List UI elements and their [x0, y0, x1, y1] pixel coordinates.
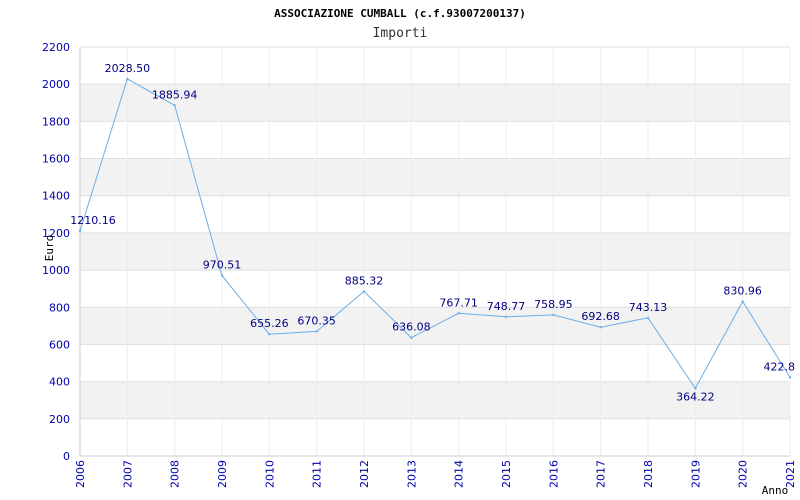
- data-label: 636.08: [392, 321, 431, 334]
- y-tick-label: 400: [49, 376, 70, 389]
- x-axis-label: Anno: [762, 484, 789, 497]
- data-label: 970.51: [203, 259, 242, 272]
- data-label: 692.68: [581, 310, 620, 323]
- x-tick-label: 2016: [547, 460, 560, 488]
- y-tick-label: 2000: [42, 78, 70, 91]
- x-tick-label: 2006: [74, 460, 87, 488]
- data-label: 767.71: [439, 296, 478, 309]
- y-tick-label: 2200: [42, 41, 70, 54]
- data-label: 885.32: [345, 274, 384, 287]
- chart-title: ASSOCIAZIONE CUMBALL (c.f.93007200137): [274, 7, 526, 20]
- x-tick-label: 2020: [737, 460, 750, 488]
- data-point: [78, 229, 82, 233]
- data-label: 364.22: [676, 390, 715, 403]
- data-point: [741, 300, 744, 303]
- x-tick-label: 2013: [405, 460, 418, 488]
- y-tick-label: 1800: [42, 115, 70, 128]
- data-point: [410, 336, 413, 339]
- data-point: [552, 313, 555, 317]
- data-label: 1885.94: [152, 88, 198, 101]
- x-tick-label: 2008: [169, 460, 182, 488]
- data-point: [126, 77, 129, 81]
- y-tick-label: 1400: [42, 190, 70, 203]
- data-label: 743.13: [629, 301, 668, 314]
- x-tick-label: 2017: [595, 460, 608, 488]
- data-label: 422.8: [764, 360, 796, 373]
- data-label: 1210.16: [70, 214, 116, 227]
- data-label: 830.96: [723, 285, 762, 298]
- x-tick-label: 2014: [453, 460, 466, 488]
- y-tick-label: 1000: [42, 264, 70, 277]
- x-tick-label: 2009: [216, 460, 229, 488]
- x-tick-label: 2011: [311, 460, 324, 488]
- grid-band: [80, 232, 790, 271]
- data-point: [220, 274, 224, 277]
- y-tick-label: 0: [63, 450, 70, 463]
- data-point: [504, 315, 508, 318]
- data-label: 670.35: [297, 314, 336, 327]
- grid-bands: [80, 84, 790, 419]
- x-tick-label: 2010: [263, 460, 276, 488]
- y-tick-label: 800: [49, 301, 70, 314]
- x-tick-label: 2015: [500, 460, 513, 488]
- x-tick-label: 2018: [642, 460, 655, 488]
- data-label: 2028.50: [105, 62, 151, 75]
- data-point: [788, 376, 792, 379]
- chart-subtitle: Importi: [373, 26, 428, 41]
- x-tick-labels: 2006 2007 2008 2009 2010 2011 2012 2013 2014 2015…: [74, 460, 797, 488]
- grid-band: [80, 158, 790, 196]
- data-label: 748.77: [487, 300, 526, 313]
- y-tick-label: 1600: [42, 153, 70, 166]
- data-label: 758.95: [534, 298, 573, 311]
- x-tick-label: 2007: [121, 460, 134, 488]
- data-point: [646, 316, 650, 320]
- data-label: 655.26: [250, 317, 289, 330]
- y-tick-label: 600: [49, 338, 70, 351]
- x-tick-label: 2019: [689, 460, 702, 488]
- y-tick-label: 200: [49, 413, 70, 426]
- data-point: [315, 330, 318, 333]
- data-point: [362, 290, 366, 293]
- data-point: [599, 326, 602, 329]
- data-point: [173, 104, 176, 107]
- data-point: [694, 387, 697, 390]
- x-tick-label: 2012: [358, 460, 371, 488]
- y-axis-label: Euro: [43, 235, 56, 262]
- line-chart: 0200400600800100012001400160018002000220…: [42, 7, 797, 497]
- data-point: [268, 332, 271, 336]
- data-point: [457, 312, 460, 315]
